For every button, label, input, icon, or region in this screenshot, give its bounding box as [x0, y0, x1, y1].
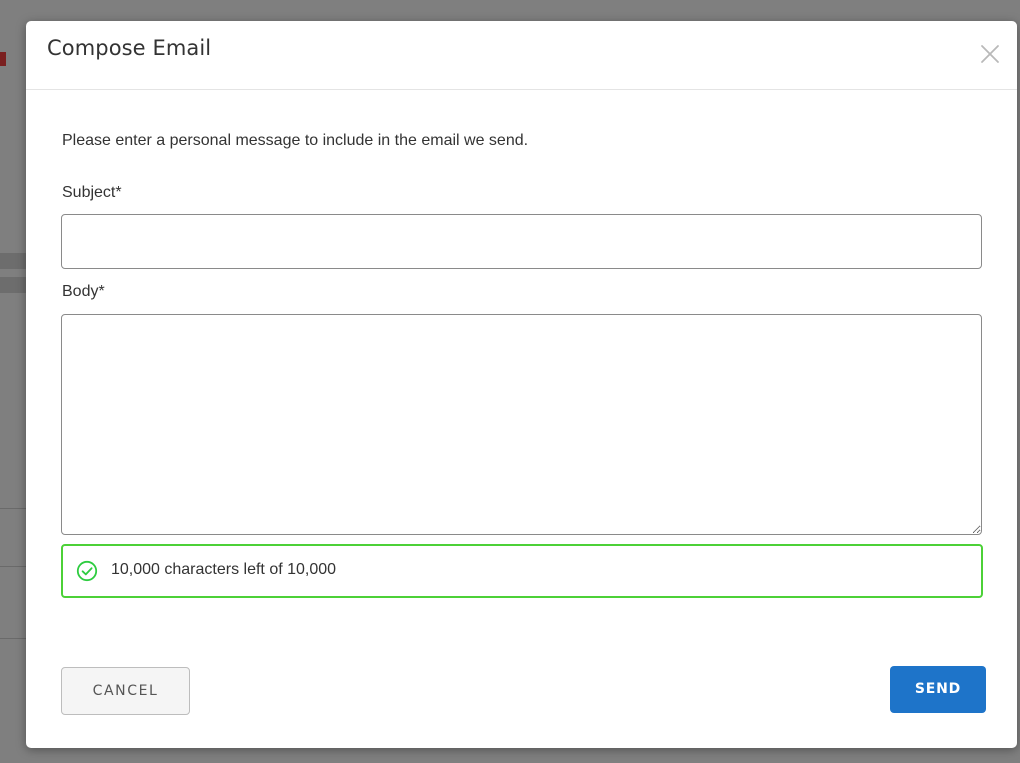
subject-input[interactable] [61, 214, 982, 269]
subject-label: Subject* [62, 184, 122, 201]
background-divider [0, 566, 26, 567]
background-text-fragment [0, 277, 26, 293]
send-button[interactable]: SEND [890, 666, 986, 713]
dialog-header: Compose Email [26, 21, 1017, 90]
background-text-fragment [0, 52, 6, 66]
dialog-title: Compose Email [47, 36, 212, 60]
cancel-button[interactable]: CANCEL [61, 667, 190, 715]
close-button[interactable] [977, 41, 1003, 67]
compose-email-dialog: Compose Email Please enter a personal me… [26, 21, 1017, 748]
close-icon [981, 45, 999, 63]
background-text-fragment [0, 253, 26, 269]
check-circle-icon [76, 560, 98, 582]
character-counter: 10,000 characters left of 10,000 [61, 544, 983, 598]
intro-text: Please enter a personal message to inclu… [62, 132, 529, 149]
body-textarea[interactable] [61, 314, 982, 535]
body-label: Body* [62, 283, 105, 300]
character-counter-text: 10,000 characters left of 10,000 [111, 561, 337, 578]
background-divider [0, 638, 26, 639]
background-divider [0, 508, 26, 509]
